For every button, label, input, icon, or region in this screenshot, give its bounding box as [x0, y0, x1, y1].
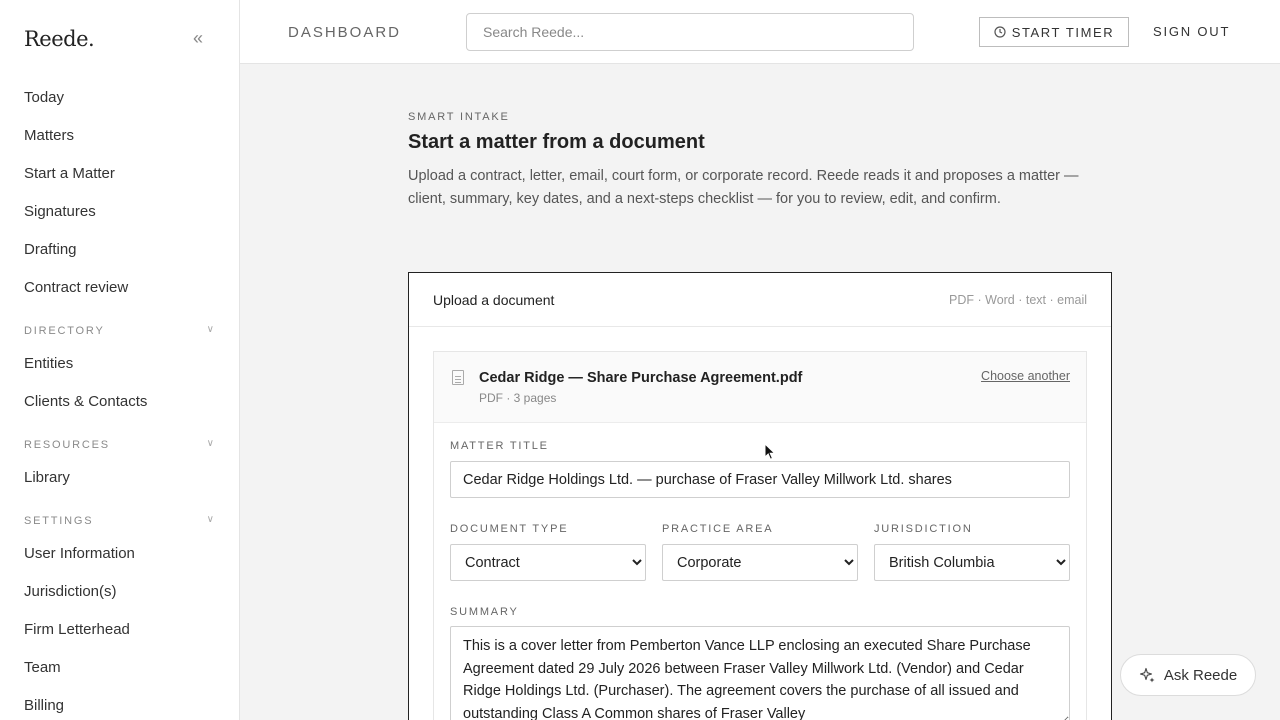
ask-reede-button[interactable]: Ask Reede	[1120, 654, 1256, 696]
nav-item-team[interactable]: Team	[24, 659, 61, 676]
ask-reede-label: Ask Reede	[1163, 666, 1238, 684]
clock-icon	[994, 26, 1006, 38]
practice-area-select[interactable]: Corporate	[662, 544, 858, 581]
nav-item-drafting[interactable]: Drafting	[24, 241, 77, 258]
choose-another-link[interactable]: Choose another	[981, 369, 1070, 383]
nav-item-user-information[interactable]: User Information	[24, 545, 135, 562]
document-type-label: DOCUMENT TYPE	[450, 523, 569, 535]
nav-item-firm-letterhead[interactable]: Firm Letterhead	[24, 621, 130, 638]
jurisdiction-select[interactable]: British Columbia	[874, 544, 1070, 581]
nav-item-library[interactable]: Library	[24, 469, 70, 486]
section-directory[interactable]: DIRECTORY ∨	[24, 324, 214, 337]
breadcrumb[interactable]: DASHBOARD	[288, 24, 401, 41]
page-title: Start a matter from a document	[408, 131, 705, 153]
search-input[interactable]	[466, 13, 914, 51]
section-settings-title: SETTINGS	[24, 515, 94, 527]
chevron-down-icon[interactable]: ∨	[207, 514, 214, 525]
summary-label: SUMMARY	[450, 606, 519, 618]
file-meta: PDF · 3 pages	[479, 391, 557, 405]
supported-formats: PDF · Word · text · email	[949, 293, 1087, 307]
upload-card-title: Upload a document	[433, 292, 555, 308]
sidebar: Reede. « Today Matters Start a Matter Si…	[0, 0, 240, 720]
upload-card-header: Upload a document PDF · Word · text · em…	[409, 273, 1111, 327]
sign-out-link[interactable]: SIGN OUT	[1153, 24, 1230, 39]
nav-item-start-a-matter[interactable]: Start a Matter	[24, 165, 115, 182]
upload-card: Upload a document PDF · Word · text · em…	[408, 272, 1112, 720]
nav-item-today[interactable]: Today	[24, 89, 64, 106]
start-timer-label: START TIMER	[1011, 24, 1115, 40]
nav-item-matters[interactable]: Matters	[24, 127, 74, 144]
file-name: Cedar Ridge — Share Purchase Agreement.p…	[479, 370, 803, 386]
start-timer-button[interactable]: START TIMER	[979, 17, 1129, 47]
nav-item-entities[interactable]: Entities	[24, 355, 73, 372]
practice-area-label: PRACTICE AREA	[662, 523, 774, 535]
section-settings[interactable]: SETTINGS ∨	[24, 514, 214, 527]
matter-title-label: MATTER TITLE	[450, 440, 549, 452]
file-row: Cedar Ridge — Share Purchase Agreement.p…	[434, 352, 1086, 423]
nav-item-signatures[interactable]: Signatures	[24, 203, 96, 220]
document-type-select[interactable]: Contract	[450, 544, 646, 581]
intro-text: Upload a contract, letter, email, court …	[408, 168, 1079, 207]
section-directory-title: DIRECTORY	[24, 325, 105, 337]
top-bar: DASHBOARD START TIMER SIGN OUT	[240, 0, 1280, 64]
section-resources-title: RESOURCES	[24, 439, 110, 451]
mouse-cursor-icon	[764, 443, 776, 460]
section-eyebrow: SMART INTAKE	[408, 111, 510, 123]
nav-item-billing[interactable]: Billing	[24, 697, 64, 714]
document-icon	[452, 370, 464, 385]
sparkle-icon	[1139, 667, 1155, 682]
nav-item-clients-contacts[interactable]: Clients & Contacts	[24, 393, 147, 410]
chevron-down-icon[interactable]: ∨	[207, 438, 214, 449]
summary-textarea[interactable]: This is a cover letter from Pemberton Va…	[450, 626, 1070, 720]
nav-item-contract-review[interactable]: Contract review	[24, 279, 128, 296]
chevron-down-icon[interactable]: ∨	[207, 324, 214, 335]
brand-logo[interactable]: Reede.	[24, 27, 95, 51]
matter-title-input[interactable]	[450, 461, 1070, 498]
collapse-sidebar-icon[interactable]: «	[193, 28, 203, 49]
section-resources[interactable]: RESOURCES ∨	[24, 438, 214, 451]
nav-item-jurisdictions[interactable]: Jurisdiction(s)	[24, 583, 117, 600]
uploaded-file-panel: Cedar Ridge — Share Purchase Agreement.p…	[433, 351, 1087, 720]
jurisdiction-label: JURISDICTION	[874, 523, 973, 535]
